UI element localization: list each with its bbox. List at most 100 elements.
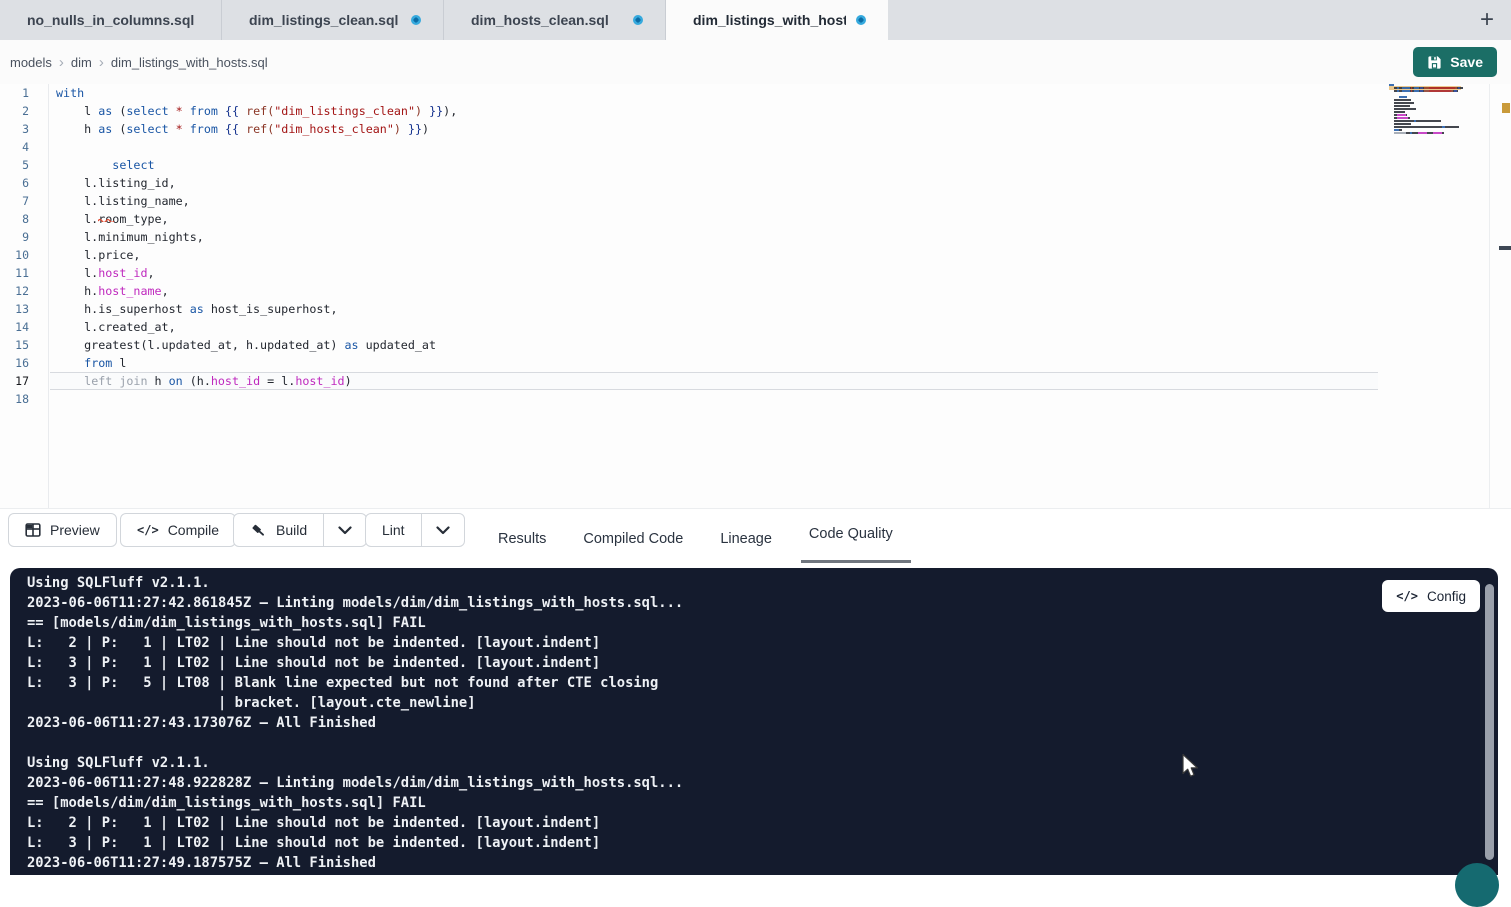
minimap-line — [1389, 102, 1461, 104]
terminal-output-text: Using SQLFluff v2.1.1. 2023-06-06T11:27:… — [27, 573, 683, 873]
minimap-line — [1389, 93, 1461, 95]
tab-label: dim_hosts_clean.sql — [471, 12, 609, 28]
line-number: 4 — [0, 138, 48, 156]
code-line-13[interactable]: h.is_superhost as host_is_superhost, — [50, 300, 1378, 318]
line-number: 17 — [0, 372, 48, 390]
code-line-10[interactable]: l.price, — [50, 246, 1378, 264]
action-toolbar: Preview </> Compile Build Lint — [0, 508, 1511, 568]
preview-grid-icon — [25, 522, 41, 538]
minimap-line — [1389, 90, 1461, 92]
unsaved-indicator-dot — [633, 15, 643, 25]
line-number: 11 — [0, 264, 48, 282]
minimap-line — [1389, 120, 1461, 122]
build-dropdown-button[interactable] — [323, 514, 366, 546]
code-line-4[interactable] — [50, 138, 1378, 156]
editor-minimap[interactable] — [1389, 84, 1461, 138]
line-number: 18 — [0, 390, 48, 408]
code-line-17[interactable]: left join h on (h.host_id = l.host_id) — [50, 372, 1378, 390]
panel-tab-results[interactable]: Results — [496, 525, 548, 553]
config-button-label: Config — [1427, 589, 1466, 604]
code-line-8[interactable]: l.room_type, — [50, 210, 1378, 228]
code-line-15[interactable]: greatest(l.updated_at, h.updated_at) as … — [50, 336, 1378, 354]
save-button-label: Save — [1450, 54, 1483, 70]
tab-label: dim_listings_clean.sql — [249, 12, 398, 28]
panel-tab-compiled-code[interactable]: Compiled Code — [581, 525, 685, 553]
panel-tab-code-quality[interactable]: Code Quality — [807, 520, 895, 548]
tab-no_nulls_in_columns.sql[interactable]: no_nulls_in_columns.sql — [0, 0, 222, 40]
minimap-line — [1389, 108, 1461, 110]
minimap-line — [1389, 132, 1461, 134]
code-line-12[interactable]: h.host_name, — [50, 282, 1378, 300]
code-editor[interactable]: 123456789101112131415161718 with l as (s… — [0, 84, 1511, 508]
line-number: 15 — [0, 336, 48, 354]
code-line-1[interactable]: with — [50, 84, 1378, 102]
build-split-button: Build — [233, 513, 367, 547]
code-line-5[interactable]: select — [50, 156, 1378, 174]
minimap-line — [1389, 84, 1461, 86]
minimap-line — [1389, 135, 1461, 137]
code-line-2[interactable]: l as (select * from {{ ref("dim_listings… — [50, 102, 1378, 120]
lint-dropdown-button[interactable] — [421, 514, 464, 546]
code-line-14[interactable]: l.created_at, — [50, 318, 1378, 336]
tab-dim_listings_clean.sql[interactable]: dim_listings_clean.sql — [222, 0, 444, 40]
config-button[interactable]: </> Config — [1382, 580, 1480, 612]
compile-button-label: Compile — [168, 522, 219, 538]
minimap-line — [1389, 126, 1461, 128]
line-number: 3 — [0, 120, 48, 138]
breadcrumb: models › dim › dim_listings_with_hosts.sql — [0, 40, 1511, 84]
tab-label: dim_listings_with_hosts.sql — [693, 12, 846, 28]
unsaved-indicator-dot — [856, 15, 866, 25]
code-line-11[interactable]: l.host_id, — [50, 264, 1378, 282]
breadcrumb-segment[interactable]: dim_listings_with_hosts.sql — [111, 55, 268, 70]
breadcrumb-segment[interactable]: dim — [71, 55, 92, 70]
lint-split-button: Lint — [365, 513, 465, 547]
minimap-line — [1389, 99, 1461, 101]
terminal-scrollbar[interactable] — [1485, 584, 1494, 860]
compile-code-icon: </> — [137, 523, 159, 537]
tab-label: no_nulls_in_columns.sql — [27, 12, 194, 28]
preview-button-label: Preview — [50, 522, 100, 538]
breadcrumb-chevron-icon: › — [59, 54, 64, 71]
tab-dim_hosts_clean.sql[interactable]: dim_hosts_clean.sql — [444, 0, 666, 40]
new-tab-button[interactable]: + — [1471, 4, 1503, 36]
tab-dim_listings_with_hosts.sql[interactable]: dim_listings_with_hosts.sql — [666, 0, 888, 40]
help-chat-bubble[interactable] — [1455, 863, 1499, 907]
code-line-9[interactable]: l.minimum_nights, — [50, 228, 1378, 246]
tab-bar: no_nulls_in_columns.sql dim_listings_clea… — [0, 0, 1511, 40]
build-button-label: Build — [276, 522, 307, 538]
editor-overview-gutter[interactable] — [1489, 84, 1511, 508]
code-line-16[interactable]: from l — [50, 354, 1378, 372]
overview-warning-marker — [1502, 103, 1510, 113]
line-number: 14 — [0, 318, 48, 336]
minimap-line — [1389, 111, 1461, 113]
compile-button[interactable]: </> Compile — [120, 513, 236, 547]
scroll-position-marker — [1499, 246, 1511, 250]
code-line-3[interactable]: h as (select * from {{ ref("dim_hosts_cl… — [50, 120, 1378, 138]
lint-squiggle-underline — [98, 218, 114, 222]
line-number: 12 — [0, 282, 48, 300]
code-line-18[interactable] — [50, 390, 1378, 408]
preview-button[interactable]: Preview — [8, 513, 117, 547]
line-number: 5 — [0, 156, 48, 174]
line-number: 16 — [0, 354, 48, 372]
config-code-icon: </> — [1396, 589, 1418, 603]
code-line-6[interactable]: l.listing_id, — [50, 174, 1378, 192]
code-line-7[interactable]: l.listing_name, — [50, 192, 1378, 210]
line-number: 1 — [0, 84, 48, 102]
breadcrumb-segment[interactable]: models — [10, 55, 52, 70]
build-hammer-icon — [250, 522, 267, 539]
editor-code-area[interactable]: with l as (select * from {{ ref("dim_lis… — [50, 84, 1378, 408]
lint-button[interactable]: Lint — [366, 514, 421, 546]
line-number: 6 — [0, 174, 48, 192]
panel-tab-lineage[interactable]: Lineage — [718, 525, 774, 553]
panel-tab-bar: Results Compiled Code Lineage Code Quality — [496, 509, 895, 569]
build-button[interactable]: Build — [234, 514, 323, 546]
save-button[interactable]: Save — [1413, 47, 1497, 77]
breadcrumb-chevron-icon: › — [99, 54, 104, 71]
line-number: 8 — [0, 210, 48, 228]
minimap-line — [1389, 114, 1461, 116]
lint-output-terminal: Using SQLFluff v2.1.1. 2023-06-06T11:27:… — [10, 568, 1498, 875]
minimap-line — [1389, 96, 1461, 98]
line-number: 9 — [0, 228, 48, 246]
minimap-line — [1389, 105, 1461, 107]
